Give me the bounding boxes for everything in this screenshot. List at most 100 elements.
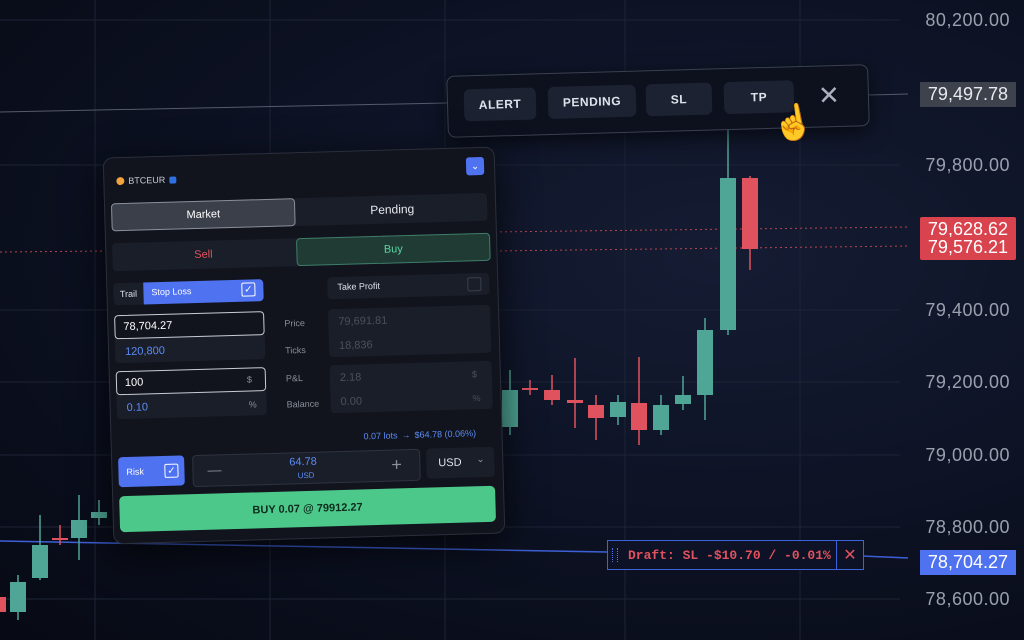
candle-body [588,405,604,418]
candle-body [631,403,647,430]
draft-text: Draft: SL -$10.70 / -0.01% [628,547,831,563]
sl-price-value: 78,704.27 [123,319,173,334]
risk-label: Risk [126,466,145,478]
dollar-unit: $ [246,374,253,385]
side-selector: Sell Buy [112,232,491,272]
candle-body [91,512,107,518]
take-profit-toggle[interactable]: Take Profit [327,272,490,300]
candle-body [742,178,758,249]
candle-body [52,538,68,540]
sell-button[interactable]: Sell [112,238,295,271]
price-axis-label: 79,800.00 [925,155,1010,175]
bitcoin-icon [116,176,125,186]
lots-text: 0.07 lots [363,430,398,442]
entry-line-red [489,245,909,252]
tp-ticks-value[interactable]: 18,836 [339,339,373,352]
red-price-tag: 79,576.21 [919,237,1016,260]
price-axis-label: 79,400.00 [925,300,1010,320]
current-price-line [0,102,448,113]
balance-label: Balance [286,398,320,410]
risk-stepper: — 64.78 USD + [192,448,421,488]
buy-button[interactable]: Buy [296,232,491,267]
risk-amount-unit: USD [297,470,315,481]
take-profit-checkbox[interactable] [467,277,482,292]
stop-loss-checkbox[interactable]: ✓ [241,282,256,297]
close-icon[interactable]: ✕ [813,79,844,111]
drag-handle-icon[interactable] [612,548,618,562]
price-axis-label: 78,800.00 [925,517,1010,537]
sl-amount-value: 100 [124,376,144,390]
chevron-down-icon: ⌄ [476,454,485,466]
candle-body [71,520,87,538]
euro-flag-icon [169,176,177,184]
sl-amount-input[interactable]: 100 $ [115,367,267,396]
stop-loss-price-tag: 78,704.27 [919,550,1016,575]
take-profit-label: Take Profit [337,280,381,293]
current-price-line [866,93,909,96]
stop-loss-header: Trail Stop Loss ✓ [113,279,264,306]
candle-body [522,388,538,390]
alert-button[interactable]: ALERT [463,87,537,122]
pending-button[interactable]: PENDING [547,84,637,120]
candle-body [675,395,691,404]
currency-value: USD [438,456,462,470]
order-panel: BTCEUR ⌄ Market Pending Sell Buy Trail S… [102,146,506,545]
risk-checkbox[interactable]: ✓ [164,463,179,478]
ticks-label: Ticks [284,344,306,356]
risk-toggle[interactable]: Risk ✓ [118,455,185,488]
tp-price-value[interactable]: 79,691.81 [338,315,387,328]
lots-summary: 0.07 lots → $64.78 (0.06%) [363,428,476,441]
trail-toggle[interactable]: Trail [113,282,144,306]
increment-button[interactable]: + [391,454,402,475]
sl-price-group: 78,704.27 120,800 [114,311,266,364]
submit-buy-button[interactable]: BUY 0.07 @ 79912.27 [119,485,496,533]
price-axis-label: 79,000.00 [925,445,1010,465]
entry-line-red [489,226,909,233]
stop-loss-toggle[interactable]: Stop Loss ✓ [143,279,264,305]
lots-value: $64.78 (0.06%) [414,428,477,440]
candle-body [0,597,6,612]
tp-balance-value[interactable]: 0.00 [340,395,362,408]
candle-body [697,330,713,395]
risk-amount-value[interactable]: 64.78 [289,456,317,469]
currency-select[interactable]: USD ⌄ [425,446,495,479]
sl-amount-group: 100 $ 0.10 % [115,367,267,420]
tab-pending[interactable]: Pending [297,193,488,226]
sl-ticks-value[interactable]: 120,800 [125,345,165,358]
sl-percent-value[interactable]: 0.10 [127,401,149,414]
sl-button[interactable]: SL [645,82,713,117]
stop-loss-line [0,540,608,553]
percent-unit: % [248,399,257,410]
symbol-header: BTCEUR [116,174,177,187]
price-label: Price [284,317,306,329]
arrow-right-icon: → [401,430,411,441]
draft-close-icon[interactable]: ✕ [836,541,863,569]
entry-line-red [0,250,109,253]
pnl-label: P&L [285,373,304,384]
candle-body [720,178,736,330]
draft-order-label[interactable]: Draft: SL -$10.70 / -0.01% ✕ [607,540,864,570]
tp-balance-unit: % [472,393,481,404]
candle-body [10,582,26,612]
symbol-label: BTCEUR [128,174,166,186]
order-mode-tabs: Market Pending [110,192,488,232]
candle-body [610,402,626,417]
hand-cursor-icon: ☝ [769,100,818,146]
stop-loss-line [861,555,909,559]
decrement-button[interactable]: — [207,461,221,477]
tp-pnl-unit: $ [471,369,478,380]
candle-body [544,390,560,400]
sl-price-input[interactable]: 78,704.27 [114,311,265,340]
candle-body [653,405,669,430]
tab-market[interactable]: Market [110,198,296,232]
chevron-down-icon[interactable]: ⌄ [465,156,485,176]
price-axis-label: 78,600.00 [925,589,1010,609]
candle-body [32,545,48,578]
candle-body [502,390,518,427]
price-axis-label: 79,200.00 [925,372,1010,392]
tp-pnl-value[interactable]: 2.18 [340,371,362,384]
price-axis-label: 80,200.00 [925,10,1010,30]
stop-loss-label: Stop Loss [151,286,192,298]
tp-price-group: 79,691.81 18,836 [327,304,492,358]
tp-pnl-group: 2.18 $ 0.00 % [329,360,493,414]
